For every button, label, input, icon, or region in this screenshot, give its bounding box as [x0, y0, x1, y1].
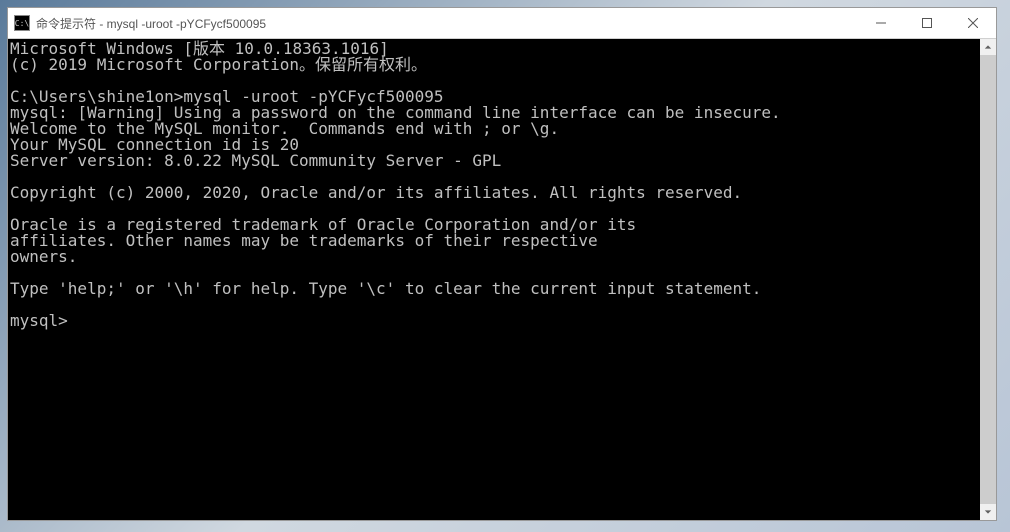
command-prompt-window: C:\ 命令提示符 - mysql -uroot -pYCFycf500095 … [7, 7, 997, 521]
terminal-output: Microsoft Windows [版本 10.0.18363.1016] (… [8, 39, 980, 520]
minimize-icon [876, 18, 886, 28]
maximize-icon [922, 18, 932, 28]
scroll-thumb[interactable] [980, 55, 996, 504]
minimize-button[interactable] [858, 8, 904, 38]
window-title: 命令提示符 - mysql -uroot -pYCFycf500095 [36, 15, 858, 32]
chevron-down-icon [984, 508, 992, 516]
vertical-scrollbar[interactable] [980, 39, 996, 520]
close-button[interactable] [950, 8, 996, 38]
close-icon [968, 18, 978, 28]
scroll-up-button[interactable] [980, 39, 996, 55]
titlebar[interactable]: C:\ 命令提示符 - mysql -uroot -pYCFycf500095 [8, 8, 996, 39]
chevron-up-icon [984, 43, 992, 51]
maximize-button[interactable] [904, 8, 950, 38]
scroll-down-button[interactable] [980, 504, 996, 520]
terminal-area[interactable]: Microsoft Windows [版本 10.0.18363.1016] (… [8, 39, 996, 520]
window-controls [858, 8, 996, 38]
app-icon: C:\ [14, 15, 30, 31]
